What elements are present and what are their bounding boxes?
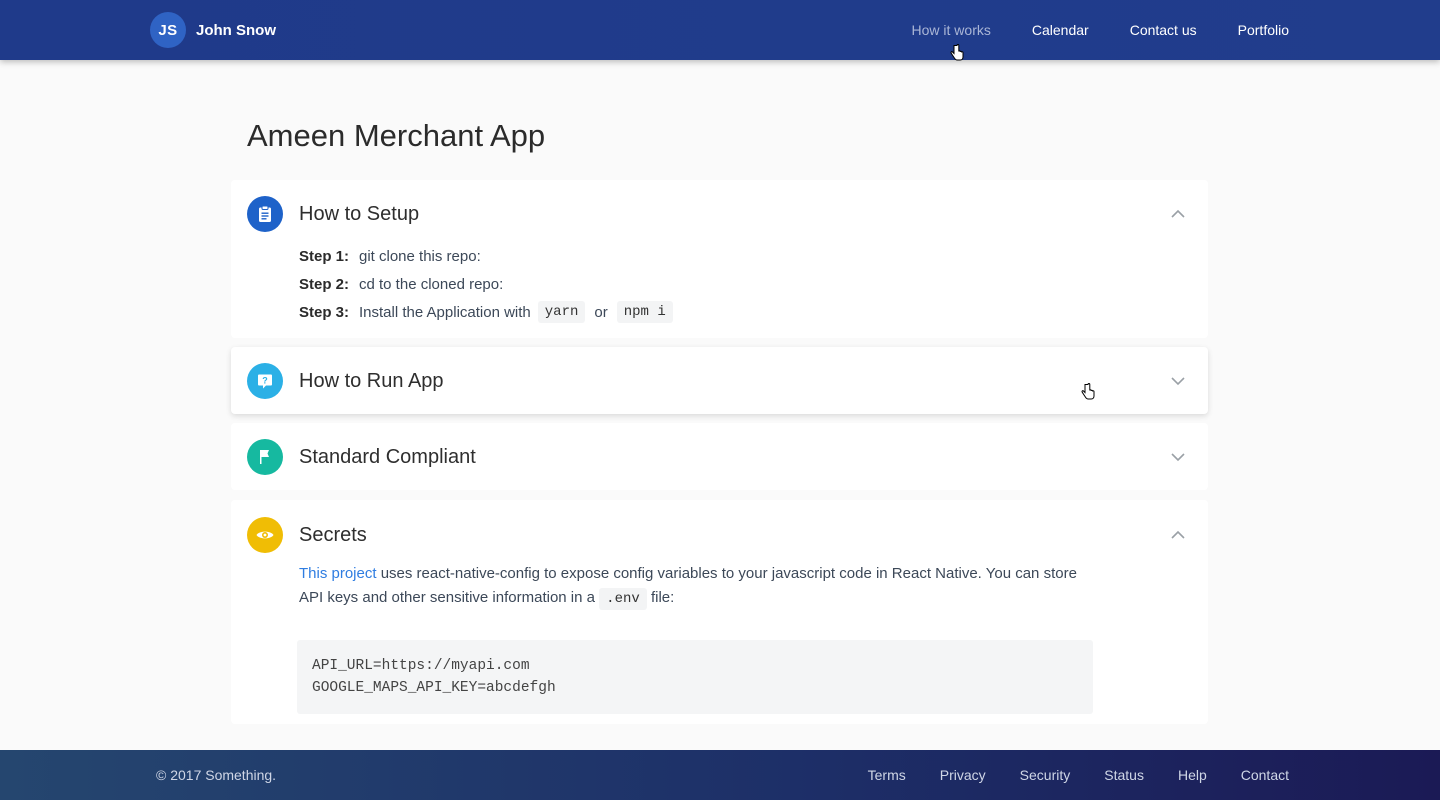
nav-portfolio[interactable]: Portfolio [1238,22,1289,38]
setup-steps: Step 1: git clone this repo: Step 2: cd … [299,242,673,326]
list-item: Step 3: Install the Application with yar… [299,298,673,326]
inline-code-npm: npm i [616,301,673,323]
step-label: Step 1: [299,247,350,265]
nav-how-it-works[interactable]: How it works [912,22,991,38]
accordion-standard-compliant: Standard Compliant [231,423,1208,490]
accordion-secrets-title: Secrets [299,523,367,546]
accordion-standard-compliant-header[interactable]: Standard Compliant [247,439,1192,475]
hand-pointer-cursor-icon [1081,383,1095,400]
accordion-setup: How to Setup Step 1: git clone this repo… [231,180,1208,338]
accordion-run-app-title: How to Run App [299,369,444,392]
list-item: Step 1: git clone this repo: [299,242,673,270]
question-icon: ? [247,363,283,399]
step-text: cd to the cloned repo: [359,275,504,293]
accordion-secrets: Secrets This project uses react-native-c… [231,500,1208,724]
copyright: © 2017 Something. [156,767,277,783]
step-label: Step 3: [299,303,350,321]
footer: © 2017 Something. Terms Privacy Security… [0,750,1440,800]
code-line: GOOGLE_MAPS_API_KEY=abcdefgh [312,680,556,696]
flag-icon [247,439,283,475]
secrets-description: This project uses react-native-config to… [299,562,1089,611]
nav-contact-us[interactable]: Contact us [1130,22,1197,38]
footer-link-contact[interactable]: Contact [1241,767,1289,783]
avatar[interactable]: JS [150,12,186,48]
step-text: git clone this repo: [359,247,481,265]
brand-name[interactable]: John Snow [196,22,276,39]
secrets-text-main: uses react-native-config to expose confi… [299,565,1077,606]
footer-link-terms[interactable]: Terms [868,767,906,783]
footer-link-security[interactable]: Security [1020,767,1071,783]
accordion-run-app: ? How to Run App [231,347,1208,414]
footer-link-privacy[interactable]: Privacy [940,767,986,783]
code-line: API_URL=https://myapi.com [312,658,530,674]
project-link[interactable]: This project [299,565,377,582]
chevron-down-icon[interactable] [1170,449,1186,465]
footer-link-help[interactable]: Help [1178,767,1207,783]
brand[interactable]: JS John Snow [150,12,276,48]
main-nav: How it works Calendar Contact us Portfol… [871,0,1289,60]
accordion-run-app-header[interactable]: ? How to Run App [247,363,1192,399]
clipboard-icon [247,196,283,232]
footer-links: Terms Privacy Security Status Help Conta… [834,750,1289,800]
nav-calendar[interactable]: Calendar [1032,22,1089,38]
chevron-up-icon[interactable] [1170,206,1186,222]
or-text: or [594,303,608,321]
accordion-setup-title: How to Setup [299,202,420,225]
top-navbar: JS John Snow How it works Calendar Conta… [0,0,1440,60]
accordion-standard-compliant-title: Standard Compliant [299,445,476,468]
footer-link-status[interactable]: Status [1104,767,1144,783]
secrets-text-end: file: [650,589,675,606]
chevron-down-icon[interactable] [1170,373,1186,389]
list-item: Step 2: cd to the cloned repo: [299,270,673,298]
svg-text:?: ? [262,376,268,386]
inline-code-yarn: yarn [537,301,586,323]
inline-code-env: .env [599,588,647,610]
eye-icon [247,517,283,553]
page-title: Ameen Merchant App [247,118,546,153]
step-label: Step 2: [299,275,350,293]
accordion-secrets-header[interactable]: Secrets [247,517,1192,553]
accordion-setup-header[interactable]: How to Setup [247,196,1192,232]
step-text: Install the Application with [359,303,531,321]
env-code-block: API_URL=https://myapi.com GOOGLE_MAPS_AP… [297,640,1093,714]
hand-pointer-cursor-icon [950,44,964,61]
chevron-up-icon[interactable] [1170,527,1186,543]
